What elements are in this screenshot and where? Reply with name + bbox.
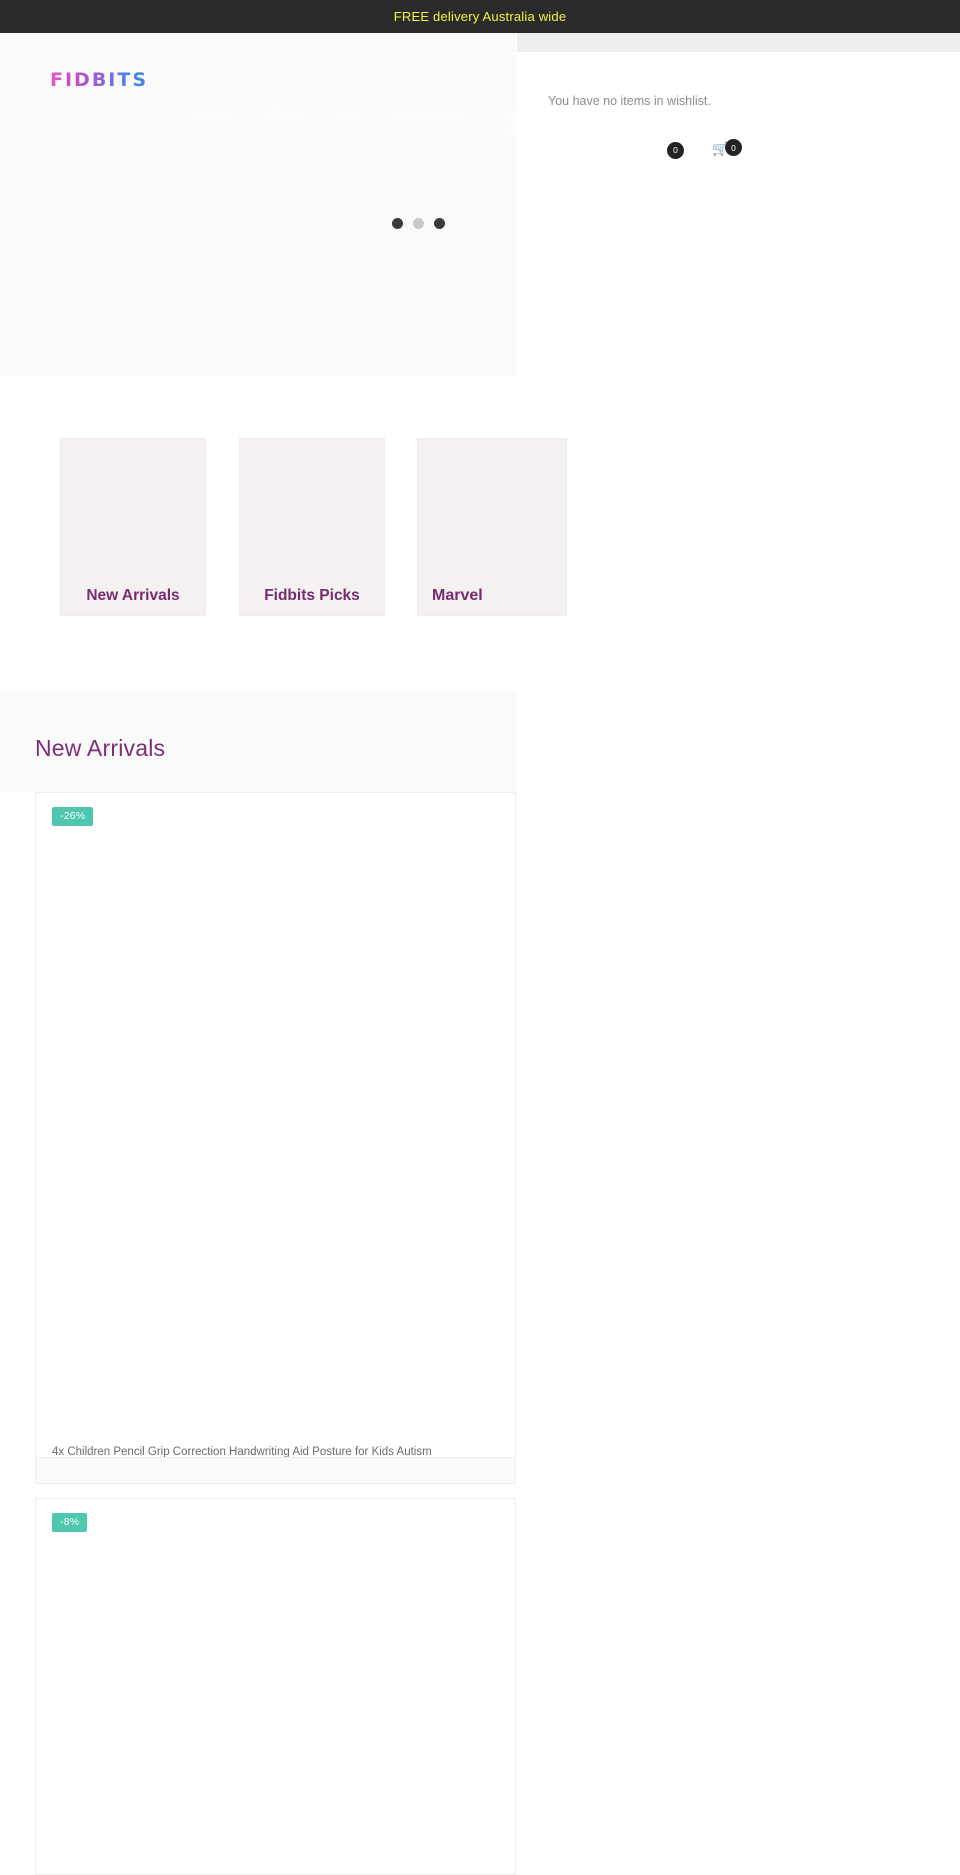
discount-badge: -8% (52, 1513, 88, 1532)
category-label: Marvel (432, 587, 483, 604)
nav-item-shop[interactable]: Shop (267, 107, 300, 137)
new-arrivals-section: New Arrivals (0, 692, 516, 792)
category-card-new-arrivals[interactable]: New Arrivals (60, 438, 206, 616)
product-card-footer (36, 1457, 515, 1483)
carousel-pagination (392, 218, 445, 229)
nav-item-home[interactable]: Home (196, 107, 233, 137)
cart-button[interactable]: 🛒 0 (712, 139, 742, 159)
announcement-text: FREE delivery Australia wide (393, 9, 567, 24)
carousel-dot-3[interactable] (434, 218, 445, 229)
cart-count-badge: 0 (725, 139, 742, 156)
category-card-fidbits-picks[interactable]: Fidbits Picks (239, 438, 385, 616)
wishlist-count-badge[interactable]: 0 (667, 141, 684, 159)
panel-top-strip (517, 33, 960, 52)
product-card[interactable]: -8% (35, 1498, 516, 1875)
wishlist-dropdown-panel: You have no items in wishlist. 0 🛒 0 (517, 33, 960, 159)
storefront-page: FREE delivery Australia wide FIDBITS Hom… (0, 0, 960, 1875)
announcement-bar: FREE delivery Australia wide (0, 0, 960, 33)
category-card-marvel[interactable]: Marvel (417, 438, 567, 616)
category-label: New Arrivals (86, 587, 180, 604)
carousel-dot-1[interactable] (392, 218, 403, 229)
category-card-row: New Arrivals Fidbits Picks Marvel (0, 376, 567, 692)
wishlist-empty-message: You have no items in wishlist. (548, 94, 711, 108)
header-counters: 0 🛒 0 (667, 139, 742, 159)
site-logo[interactable]: FIDBITS (50, 69, 148, 91)
main-navigation: Home Shop Blog Community Our Story (196, 107, 534, 137)
category-label: Fidbits Picks (264, 587, 360, 604)
nav-item-blog[interactable]: Blog (334, 107, 362, 137)
carousel-dot-2[interactable] (413, 218, 424, 229)
product-card[interactable]: -26% 4x Children Pencil Grip Correction … (35, 792, 516, 1484)
section-heading: New Arrivals (35, 735, 166, 761)
discount-badge: -26% (52, 807, 94, 826)
site-header: FIDBITS Home Shop Blog Community Our Sto… (0, 33, 534, 376)
nav-item-community[interactable]: Community (396, 107, 467, 137)
